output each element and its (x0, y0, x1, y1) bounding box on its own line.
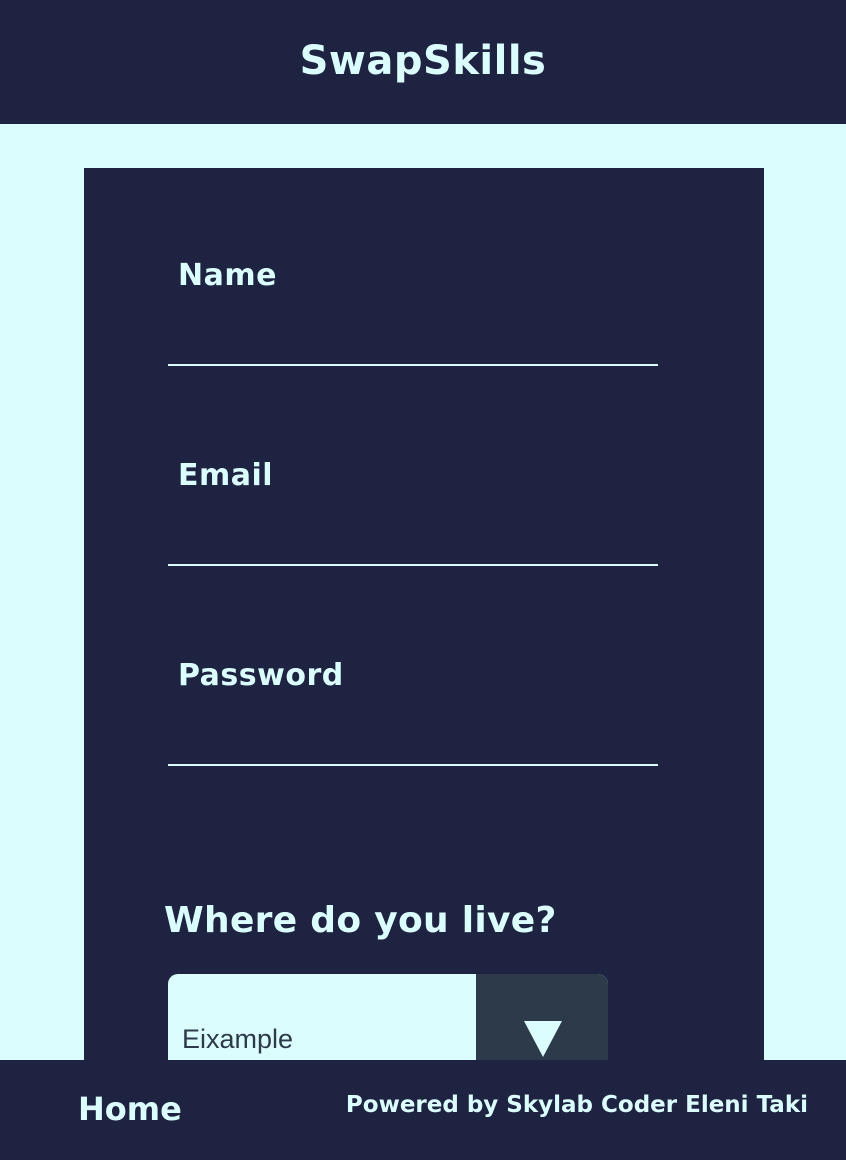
home-link[interactable]: Home (78, 1090, 182, 1128)
location-selected-value: Eixample (182, 1024, 294, 1054)
brand-title: SwapSkills (299, 38, 547, 84)
signup-form-card: Name Email Password Where do you live? E… (84, 168, 764, 1060)
triangle-down-icon (524, 1021, 562, 1057)
name-label: Name (178, 258, 277, 293)
name-input[interactable] (168, 314, 658, 366)
select-dropdown-button[interactable] (476, 974, 608, 1060)
app-footer: Home Powered by Skylab Coder Eleni Taki (0, 1060, 846, 1160)
footer-credit: Powered by Skylab Coder Eleni Taki (345, 1092, 808, 1118)
email-label: Email (178, 458, 274, 493)
password-input[interactable] (168, 714, 658, 766)
app-header: SwapSkills (0, 0, 846, 124)
location-question: Where do you live? (164, 900, 557, 941)
app-root: SwapSkills Name Email Password Where do … (0, 0, 846, 1160)
password-label: Password (178, 658, 344, 693)
location-select[interactable]: Eixample (168, 974, 608, 1060)
email-input[interactable] (168, 514, 658, 566)
